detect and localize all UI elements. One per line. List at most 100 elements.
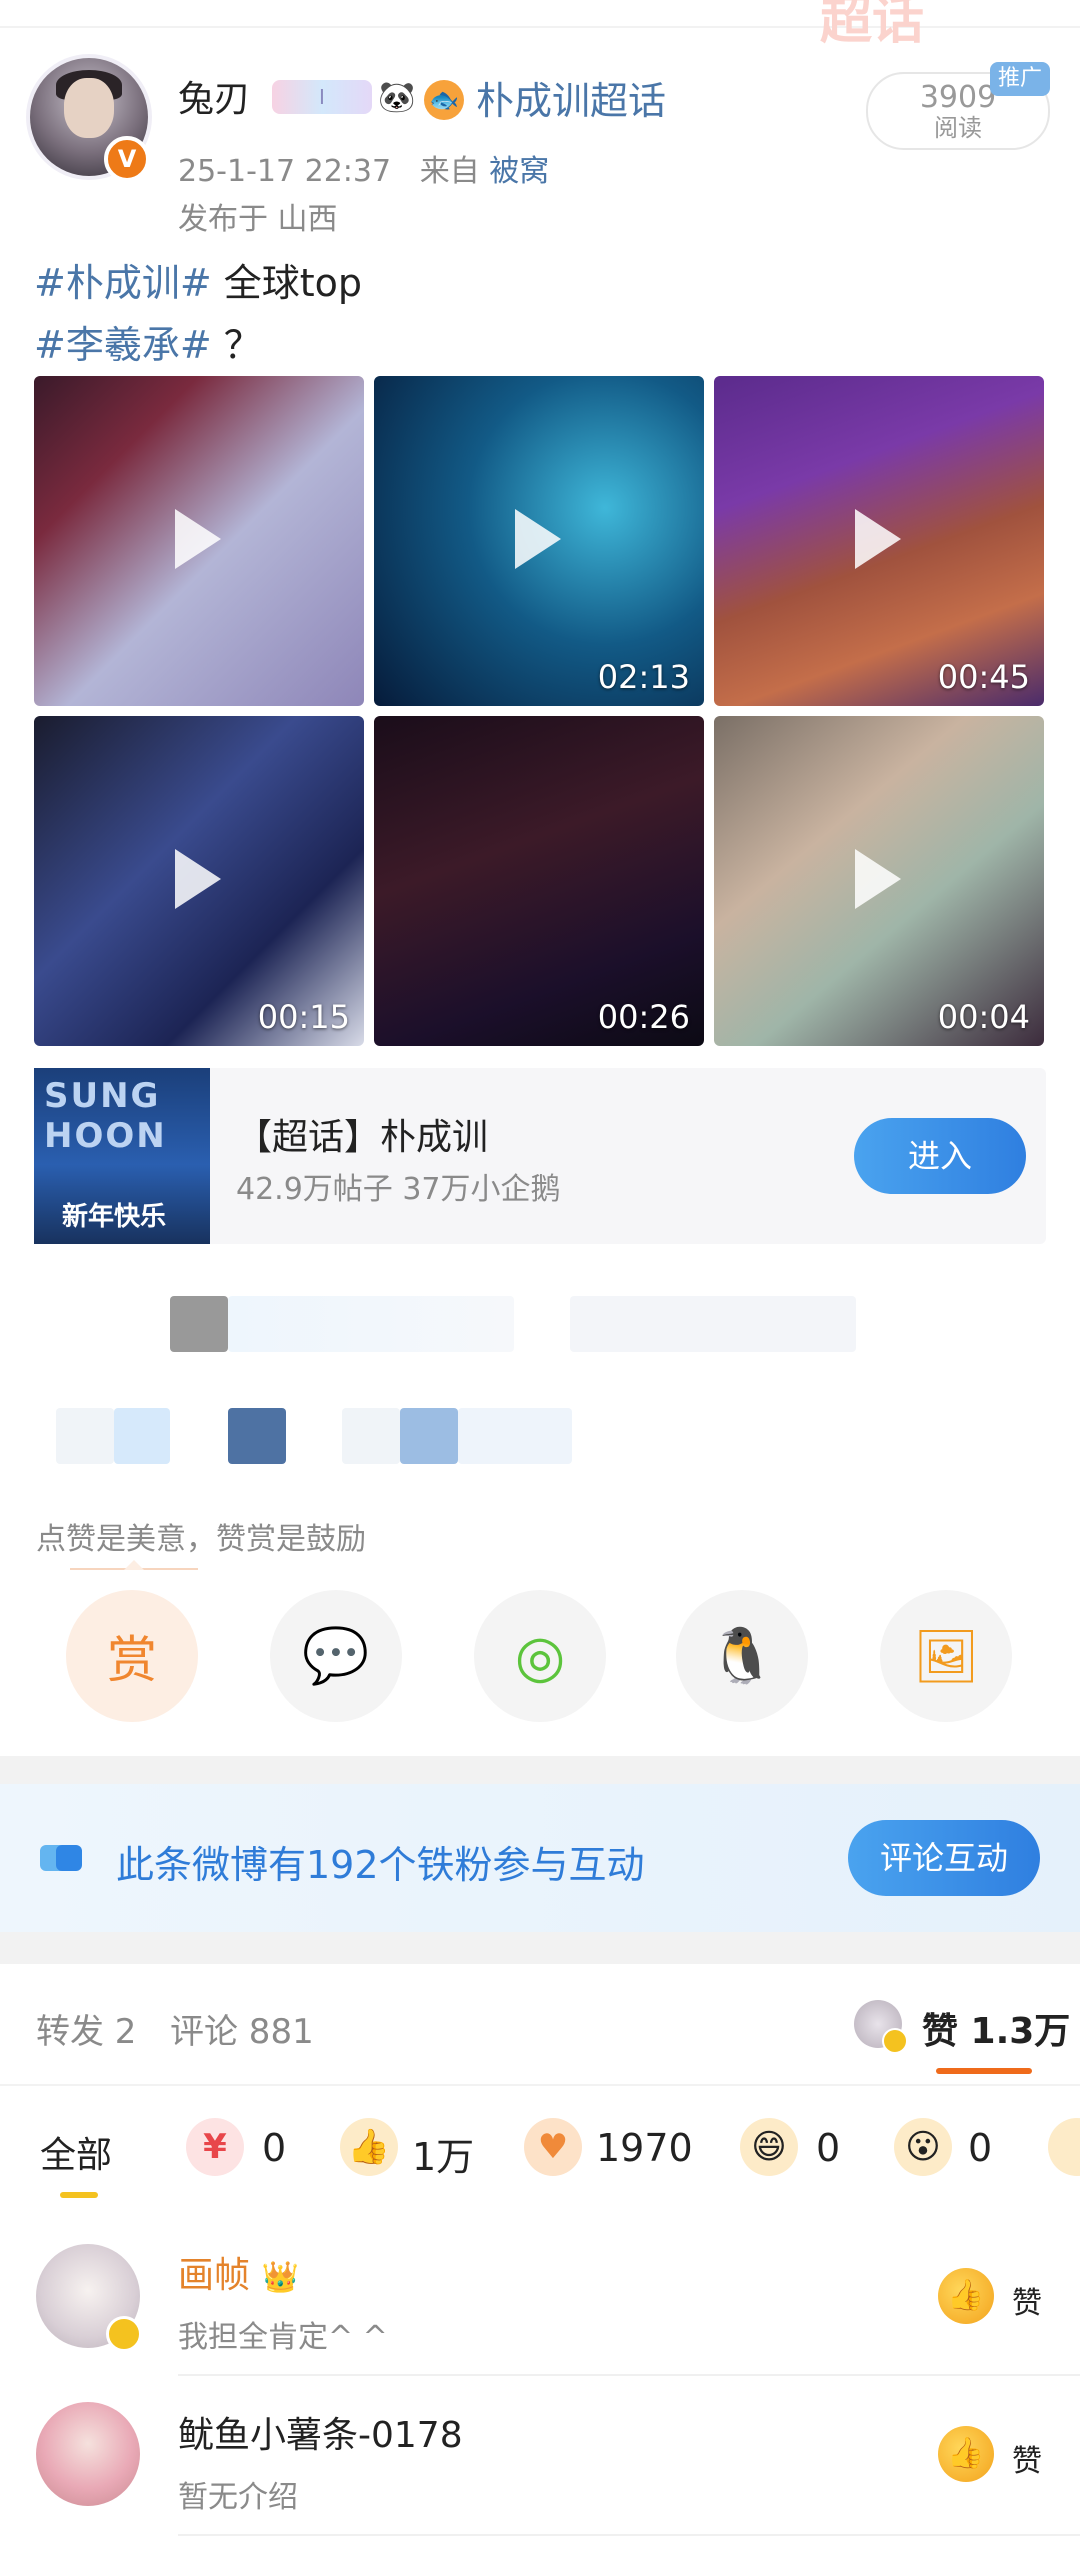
blurred-block: [400, 1408, 458, 1464]
post-text: 全球top: [211, 261, 363, 305]
wechat-icon: 💬: [302, 1624, 370, 1687]
tab-comment[interactable]: 评论 881: [170, 2004, 314, 2053]
reward-icon: 赏: [107, 1631, 157, 1689]
save-image-button[interactable]: 🖼: [880, 1590, 1012, 1722]
tip-caret: [124, 1560, 144, 1570]
crown-icon: 👑: [261, 2260, 299, 2295]
post-meta: 25-1-17 22:37 来自 被窝: [178, 146, 549, 190]
list-item[interactable]: [0, 2214, 1080, 2372]
like-reaction-icon[interactable]: 👍: [340, 2118, 398, 2176]
source-prefix: 来自: [419, 154, 480, 189]
panda-icon: 🐼: [378, 80, 416, 115]
blurred-block: [458, 1408, 572, 1464]
play-icon: [855, 849, 901, 909]
top-strip: 超话: [0, 0, 1080, 51]
surprise-reaction-icon[interactable]: 😮: [894, 2118, 952, 2176]
liker-desc: 暂无介绍: [178, 2480, 298, 2515]
qq-icon: 🐧: [708, 1624, 776, 1687]
liker-desc: 我担全肯定^ ^: [178, 2320, 388, 2355]
section-divider: [0, 1932, 1080, 1964]
read-label: 阅读: [934, 114, 982, 142]
video-thumbnail[interactable]: 02:13: [374, 376, 704, 706]
verified-badge-icon: [882, 2028, 908, 2054]
liker-name[interactable]: 鱿鱼小薯条-0178: [178, 2406, 463, 2458]
super-topic-cover: SUNG HOON 新年快乐: [34, 1068, 210, 1244]
video-duration: 00:15: [257, 998, 350, 1036]
enter-button[interactable]: 进入: [854, 1118, 1026, 1194]
play-icon: [175, 849, 221, 909]
tab-like[interactable]: 赞 1.3万: [922, 2002, 1070, 2054]
video-thumbnail[interactable]: 00:45: [714, 376, 1044, 706]
fan-icon: [40, 1845, 90, 1871]
action-tabs: [0, 1964, 1080, 2086]
reaction-all-indicator: [60, 2192, 98, 2198]
reaction-count: 0: [262, 2126, 287, 2170]
save-image-icon: 🖼: [912, 1626, 979, 1687]
liker-name[interactable]: 画帧 👑: [178, 2246, 299, 2298]
reward-button[interactable]: 赏: [66, 1590, 198, 1722]
cover-title: SUNG HOON: [44, 1076, 167, 1156]
super-topic-link[interactable]: 朴成训超话: [476, 70, 666, 125]
play-icon: [855, 509, 901, 569]
reward-tip: 点赞是美意，赞赏是鼓励: [36, 1522, 366, 1557]
location-text: 发布于 山西: [178, 202, 338, 237]
play-icon: [515, 509, 561, 569]
hashtag-link[interactable]: #朴成训#: [34, 261, 212, 305]
video-duration: 00:45: [937, 658, 1030, 696]
video-thumbnail[interactable]: 00:15: [34, 716, 364, 1046]
like-label[interactable]: 赞: [1012, 2278, 1042, 2322]
hashtag-link[interactable]: #李羲承#: [34, 323, 212, 367]
like-label[interactable]: 赞: [1012, 2436, 1042, 2480]
blurred-block: [114, 1408, 170, 1464]
blurred-block: [570, 1296, 856, 1352]
liker-name-text: 画帧: [178, 2255, 251, 2296]
thumb-up-icon: 👍: [938, 2268, 994, 2324]
reward-reaction-icon[interactable]: ¥: [186, 2118, 244, 2176]
tab-like-indicator: [936, 2068, 1032, 2074]
video-thumbnail[interactable]: [34, 376, 364, 706]
heart-reaction-icon[interactable]: ♥: [524, 2118, 582, 2176]
moments-icon: ◎: [514, 1622, 566, 1690]
video-thumbnail[interactable]: 00:04: [714, 716, 1044, 1046]
super-topic-stats: 42.9万帖子 37万小企鹅: [236, 1172, 561, 1207]
post-text: ？: [223, 323, 262, 367]
fish-icon: 🐟: [424, 80, 464, 120]
video-duration: 02:13: [597, 658, 690, 696]
tab-repost[interactable]: 转发 2: [36, 2004, 136, 2053]
reaction-count: 0: [816, 2126, 841, 2170]
fan-interaction-text: 此条微博有192个铁粉参与互动: [116, 1843, 645, 1887]
moments-share-button[interactable]: ◎: [474, 1590, 606, 1722]
my-avatar: [854, 2000, 908, 2054]
fan-tag-chip: I: [272, 80, 372, 114]
user-name[interactable]: 兔刃: [178, 70, 250, 122]
timestamp: 25-1-17 22:37: [178, 154, 392, 189]
row-divider: [178, 2534, 1080, 2536]
verified-badge-icon: [106, 2316, 142, 2352]
blurred-block: [56, 1408, 114, 1464]
post-text-line-1: #朴成训# 全球top: [34, 252, 362, 307]
reaction-count: 1万: [412, 2135, 475, 2179]
thumb-up-icon: 👍: [938, 2426, 994, 2482]
super-topic-title: 【超话】朴成训: [236, 1117, 489, 1158]
cover-banner: 新年快乐: [62, 1202, 167, 1232]
comment-interact-button[interactable]: 评论互动: [848, 1820, 1040, 1896]
video-thumbnail[interactable]: 00:26: [374, 716, 704, 1046]
wechat-share-button[interactable]: 💬: [270, 1590, 402, 1722]
list-item[interactable]: [0, 2376, 1080, 2534]
top-banner-fragment: 超话: [820, 0, 925, 51]
avatar[interactable]: [36, 2402, 140, 2506]
avatar-face: [64, 78, 114, 138]
blurred-block: [170, 1296, 228, 1352]
qq-share-button[interactable]: 🐧: [676, 1590, 808, 1722]
ad-tag: 推广: [990, 62, 1050, 96]
laugh-reaction-icon[interactable]: 😄: [740, 2118, 798, 2176]
reaction-count: 0: [968, 2126, 993, 2170]
blurred-block: [342, 1408, 400, 1464]
post-text-line-2: #李羲承# ？: [34, 314, 262, 369]
reaction-filter-all[interactable]: 全部: [40, 2126, 112, 2178]
play-icon: [175, 509, 221, 569]
blurred-block: [228, 1408, 286, 1464]
reaction-count: 1970: [596, 2126, 693, 2170]
source-link[interactable]: 被窝: [489, 154, 549, 189]
video-duration: 00:26: [597, 998, 690, 1036]
